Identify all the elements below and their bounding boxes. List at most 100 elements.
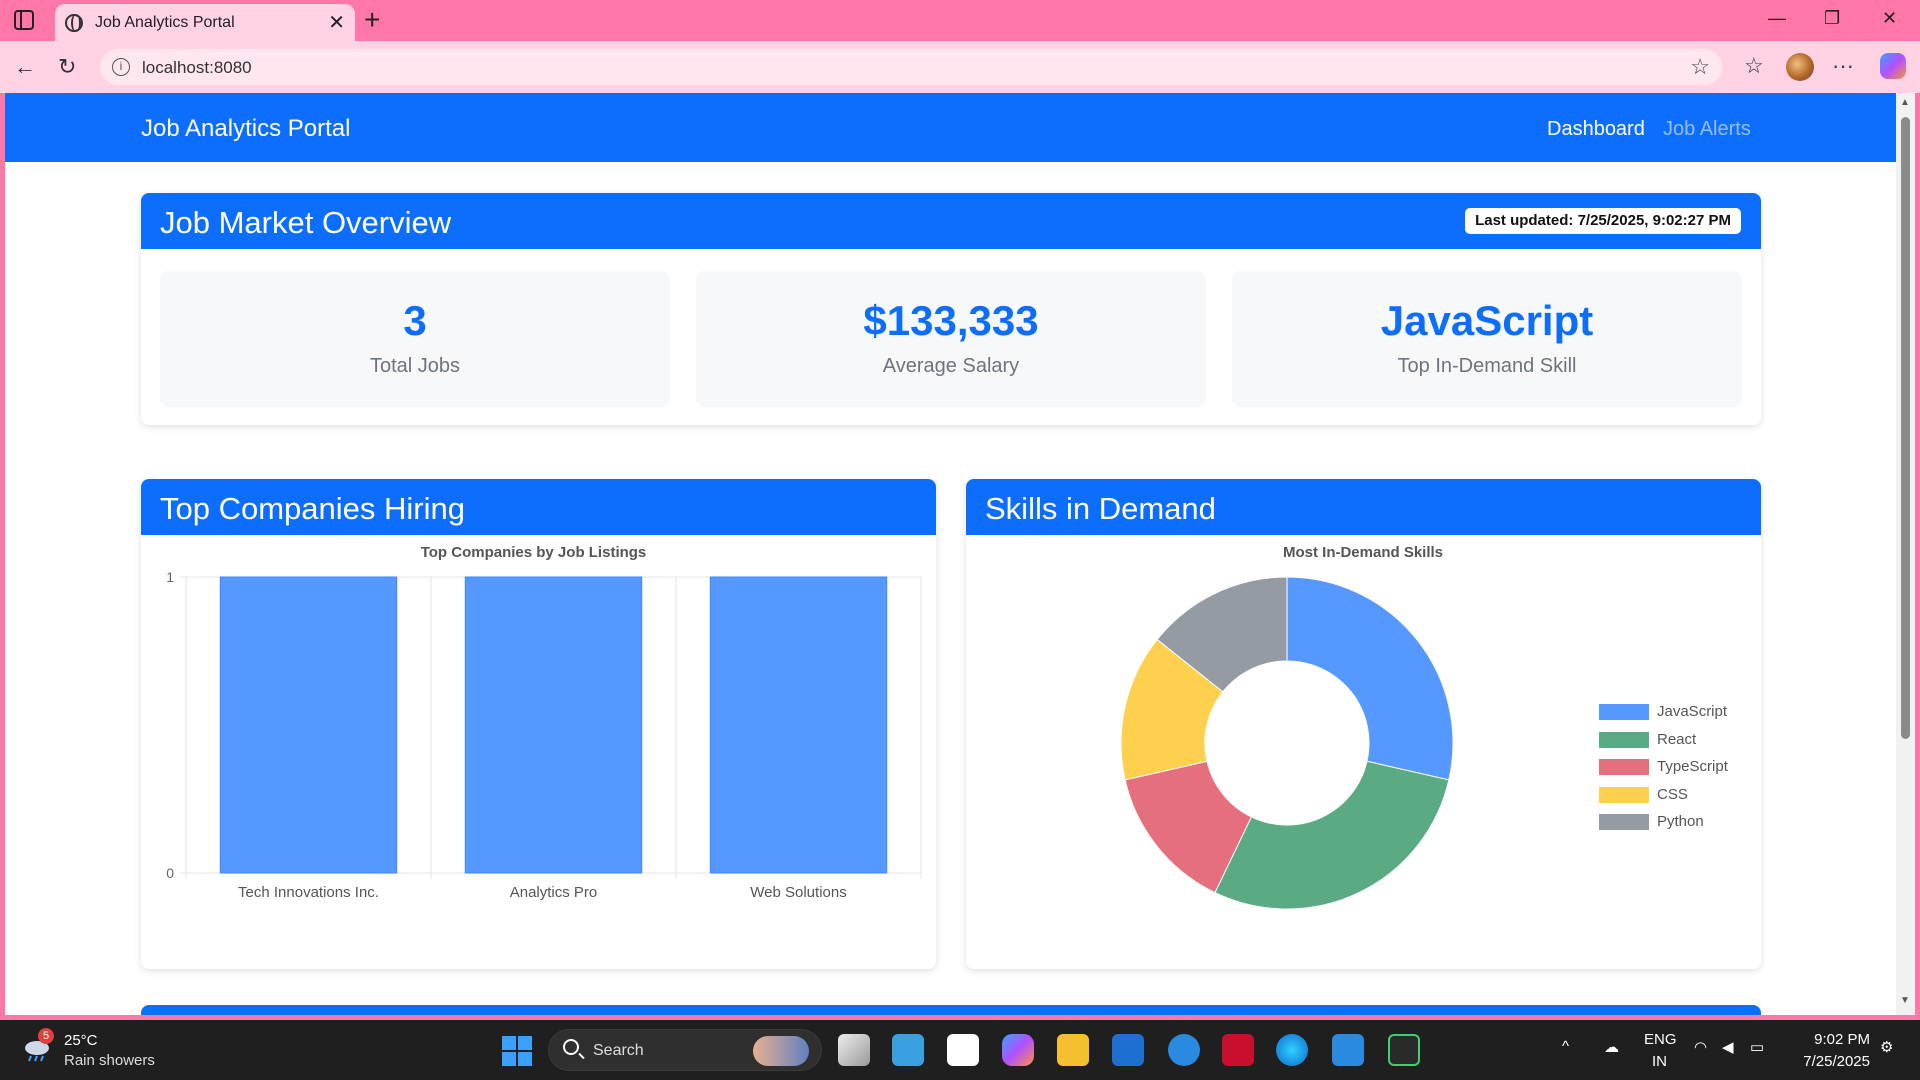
legend-swatch	[1599, 731, 1649, 748]
app-brand[interactable]: Job Analytics Portal	[141, 115, 350, 143]
stat-label: Total Jobs	[369, 355, 461, 377]
companies-title: Top Companies Hiring	[160, 491, 465, 526]
stat-value: 3	[403, 297, 427, 344]
stat-value: JavaScript	[1380, 297, 1594, 344]
bar	[709, 576, 888, 874]
language-indicator[interactable]: ENG	[1644, 1031, 1677, 1048]
new-tab-button[interactable]: +	[364, 4, 380, 36]
tab-actions-icon[interactable]	[14, 10, 34, 30]
search-icon	[563, 1039, 579, 1055]
legend-swatch	[1599, 814, 1649, 830]
wifi-icon[interactable]: ◠	[1694, 1038, 1707, 1056]
help-icon[interactable]	[1168, 1034, 1200, 1066]
copilot-icon[interactable]	[1880, 53, 1906, 79]
clock-time[interactable]: 9:02 PM	[1800, 1031, 1870, 1048]
doughnut-slice	[1214, 760, 1450, 910]
windows-taskbar: 5 25°C Rain showers Search ^ ☁ ENG IN ◠ …	[0, 1020, 1920, 1080]
settings-gear-icon[interactable]: ⚙	[1880, 1038, 1893, 1056]
more-menu-icon[interactable]: ···	[1832, 53, 1854, 79]
restore-button[interactable]: ❐	[1824, 8, 1840, 29]
browser-toolbar: ← ↻ i localhost:8080 ☆ ☆ ···	[0, 41, 1920, 93]
search-label: Search	[593, 1042, 644, 1059]
bar	[464, 576, 643, 874]
last-updated-badge: Last updated: 7/25/2025, 9:02:27 PM	[1465, 208, 1741, 234]
tab-title: Job Analytics Portal	[95, 14, 235, 31]
battery-icon[interactable]: ▭	[1750, 1038, 1764, 1056]
companies-header: Top Companies Hiring	[141, 479, 936, 535]
stat-total-jobs: 3 Total Jobs	[160, 271, 670, 407]
legend-label: TypeScript	[1657, 758, 1728, 775]
nav-link-dashboard[interactable]: Dashboard	[1547, 118, 1645, 141]
weather-alert-badge: 5	[38, 1028, 54, 1044]
bar	[219, 576, 398, 874]
clock-date[interactable]: 7/25/2025	[1790, 1053, 1870, 1070]
overview-title: Job Market Overview	[160, 205, 452, 240]
file-explorer-icon[interactable]	[1057, 1034, 1089, 1066]
windows-start-icon[interactable]	[502, 1036, 532, 1066]
task-view-icon[interactable]	[838, 1034, 870, 1066]
x-tick-label: Analytics Pro	[510, 884, 598, 901]
chart-title: Most In-Demand Skills	[1283, 544, 1443, 561]
scroll-thumb[interactable]	[1901, 117, 1910, 739]
globe-icon	[65, 14, 83, 32]
doughnut-slice	[1286, 576, 1454, 781]
close-window-button[interactable]: ✕	[1882, 8, 1897, 29]
weather-description[interactable]: Rain showers	[64, 1052, 155, 1069]
legend-swatch	[1599, 786, 1649, 803]
nav-link-job-alerts[interactable]: Job Alerts	[1663, 118, 1751, 141]
legend-label: Python	[1657, 813, 1704, 830]
companies-card: Top Companies Hiring Top Companies by Jo…	[141, 479, 936, 969]
minimize-button[interactable]: —	[1768, 8, 1786, 29]
company-bar-chart: Top Companies by Job Listings 0 1 Tech Inno…	[166, 544, 922, 901]
tab-close-icon[interactable]: ✕	[328, 10, 345, 35]
mcafee-icon[interactable]	[1222, 1034, 1254, 1066]
y-tick-label: 0	[166, 865, 174, 881]
skills-doughnut-chart: Most In-Demand Skills	[1120, 544, 1454, 910]
stat-label: Top In-Demand Skill	[1397, 355, 1577, 377]
volume-icon[interactable]: ◀	[1722, 1038, 1734, 1056]
cloud-offline-icon[interactable]: ☁	[1604, 1038, 1619, 1056]
y-tick-label: 1	[166, 569, 174, 585]
stat-top-skill: JavaScript Top In-Demand Skill	[1232, 271, 1742, 407]
legend-swatch	[1599, 759, 1649, 775]
search-highlight-image	[753, 1036, 809, 1066]
legend-swatch	[1599, 704, 1649, 720]
region-indicator[interactable]: IN	[1652, 1053, 1667, 1070]
overview-card: Job Market Overview Last updated: 7/25/2…	[141, 193, 1761, 425]
weather-temperature[interactable]: 25°C	[64, 1032, 98, 1049]
bookmark-star-icon[interactable]: ☆	[1690, 54, 1710, 80]
x-tick-label: Web Solutions	[750, 884, 846, 901]
x-tick-label: Tech Innovations Inc.	[238, 884, 379, 901]
legend-label: React	[1657, 730, 1697, 748]
url-text[interactable]: localhost:8080	[142, 58, 252, 78]
myhp-icon[interactable]	[1112, 1034, 1144, 1066]
browser-titlebar: Job Analytics Portal ✕ + — ❐ ✕	[0, 0, 1920, 41]
tray-overflow-chevron[interactable]: ^	[1562, 1038, 1569, 1055]
skills-title: Skills in Demand	[985, 491, 1216, 526]
microsoft-store-icon[interactable]	[947, 1034, 979, 1066]
skills-card: Skills in Demand Most In-Demand Skills J…	[966, 479, 1761, 969]
site-info-icon[interactable]: i	[112, 58, 130, 76]
vscode-icon[interactable]	[1332, 1034, 1364, 1066]
scroll-up-arrow[interactable]: ▲	[1900, 97, 1910, 108]
stat-average-salary: $133,333 Average Salary	[696, 271, 1206, 407]
app-navbar: Job Analytics Portal Dashboard Job Alert…	[5, 93, 1896, 162]
taskbar-search[interactable]: Search	[548, 1029, 822, 1071]
copilot-app-icon[interactable]	[1002, 1034, 1034, 1066]
page-scrollbar[interactable]: ▲ ▼	[1896, 93, 1915, 1015]
refresh-button[interactable]: ↻	[58, 54, 76, 80]
legend-label: JavaScript	[1657, 703, 1728, 720]
edge-icon[interactable]	[1276, 1034, 1308, 1066]
profile-avatar[interactable]	[1786, 53, 1814, 81]
legend-label: CSS	[1657, 785, 1688, 803]
stat-value: $133,333	[863, 297, 1039, 344]
chart-title: Top Companies by Job Listings	[421, 544, 647, 561]
scroll-down-arrow[interactable]: ▼	[1900, 995, 1910, 1006]
browser-tab[interactable]: Job Analytics Portal ✕	[55, 4, 355, 41]
favorites-icon[interactable]: ☆	[1744, 53, 1764, 79]
terminal-icon[interactable]	[1388, 1034, 1420, 1066]
address-bar[interactable]: i localhost:8080 ☆	[100, 49, 1722, 85]
notepad-icon[interactable]	[892, 1034, 924, 1066]
skills-header: Skills in Demand	[966, 479, 1761, 535]
back-button[interactable]: ←	[14, 54, 36, 80]
